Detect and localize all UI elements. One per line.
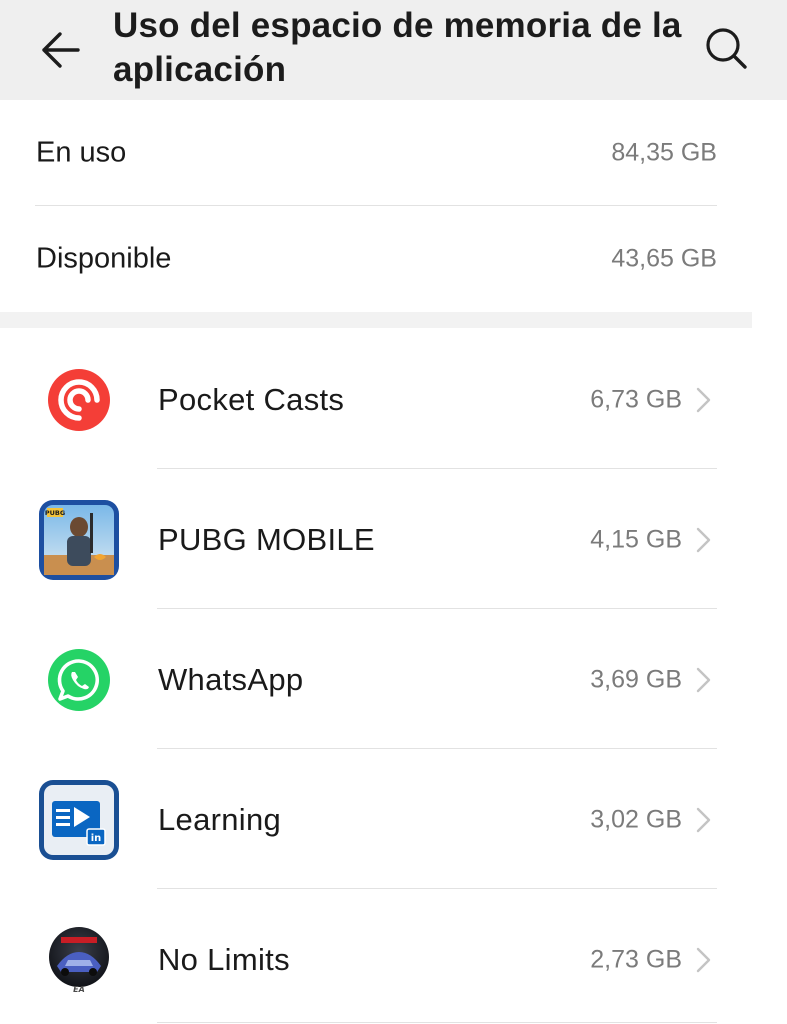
section-separator [0, 312, 752, 328]
linkedin-badge: in [91, 833, 102, 844]
divider [157, 888, 717, 889]
ea-badge: EA [73, 985, 85, 994]
app-name: Pocket Casts [158, 382, 345, 417]
app-size: 3,02 GB [590, 805, 682, 834]
whatsapp-icon [38, 639, 120, 721]
divider [157, 748, 717, 749]
app-row-pubg-mobile[interactable]: PUBG PUBG MOBILE 4,15 GB [0, 470, 752, 610]
pubg-badge: PUBG [45, 509, 65, 517]
app-name: PUBG MOBILE [158, 522, 375, 557]
need-for-speed-no-limits-icon: EA [38, 919, 120, 1001]
pubg-mobile-icon: PUBG [38, 499, 120, 581]
page-title: Uso del espacio de memoria de la aplicac… [113, 6, 682, 89]
app-row-pocket-casts[interactable]: Pocket Casts 6,73 GB [0, 330, 752, 470]
divider [157, 1022, 717, 1023]
app-name: No Limits [158, 942, 290, 977]
app-size: 3,69 GB [590, 665, 682, 694]
top-app-bar: Uso del espacio de memoria de la aplicac… [0, 0, 787, 100]
pocket-casts-icon [38, 359, 120, 441]
search-icon [706, 28, 747, 69]
chevron-right-icon [696, 667, 711, 693]
app-size: 4,15 GB [590, 525, 682, 554]
in-use-label: En uso [36, 136, 127, 169]
app-name: Learning [158, 802, 282, 837]
available-row: Disponible 43,65 GB [0, 206, 752, 312]
chevron-right-icon [696, 807, 711, 833]
available-label: Disponible [36, 242, 172, 275]
app-row-learning[interactable]: in Learning 3,02 GB [0, 750, 752, 890]
divider [157, 468, 717, 469]
back-button[interactable] [34, 24, 86, 76]
app-storage-screen: Uso del espacio de memoria de la aplicac… [0, 0, 787, 1024]
app-row-whatsapp[interactable]: WhatsApp 3,69 GB [0, 610, 752, 750]
app-row-no-limits[interactable]: EA No Limits 2,73 GB [0, 890, 752, 1024]
arrow-left-icon [42, 32, 80, 68]
divider [157, 608, 717, 609]
in-use-value: 84,35 GB [611, 138, 717, 167]
chevron-right-icon [696, 947, 711, 973]
chevron-right-icon [696, 527, 711, 553]
app-name: WhatsApp [158, 662, 304, 697]
app-size: 6,73 GB [590, 385, 682, 414]
linkedin-learning-icon: in [38, 779, 120, 861]
available-value: 43,65 GB [611, 244, 717, 273]
search-button[interactable] [700, 22, 752, 74]
in-use-row: En uso 84,35 GB [0, 100, 752, 206]
chevron-right-icon [696, 387, 711, 413]
app-size: 2,73 GB [590, 945, 682, 974]
